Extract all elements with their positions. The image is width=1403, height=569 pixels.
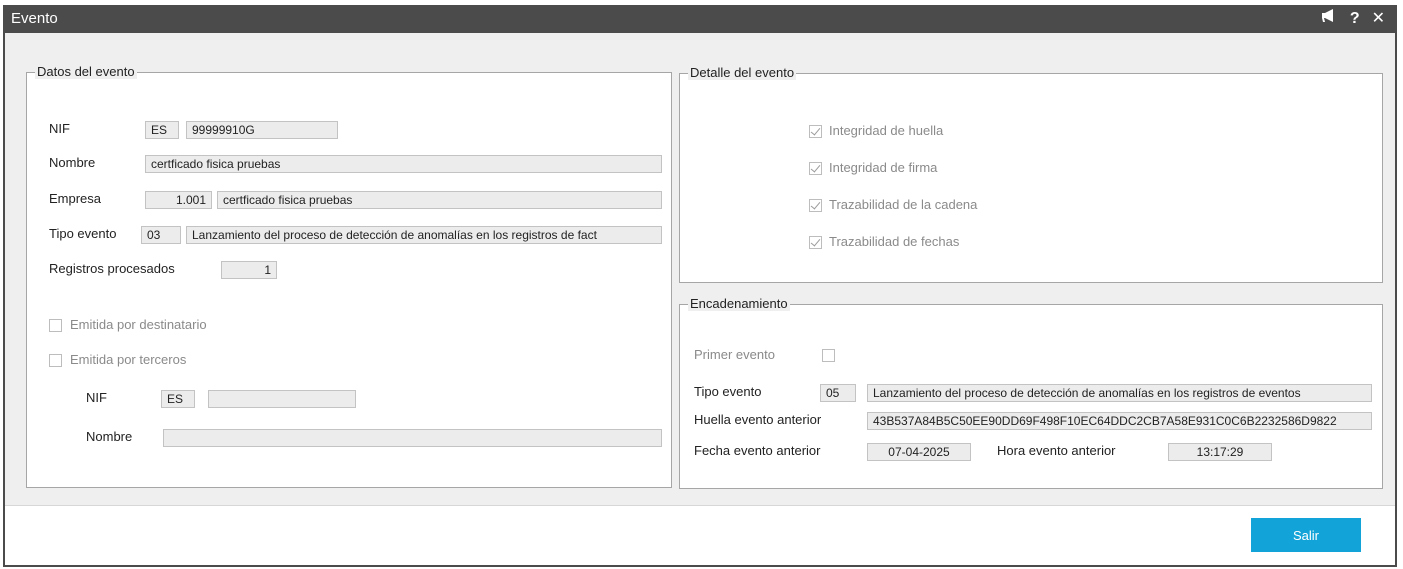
terceros-nombre-field[interactable] <box>163 429 662 447</box>
terceros-nif-label: NIF <box>86 390 107 405</box>
trazabilidad-cadena-checkbox[interactable] <box>809 199 822 212</box>
integridad-huella-checkbox[interactable] <box>809 125 822 138</box>
detalle-legend: Detalle del evento <box>688 65 797 80</box>
datos-legend: Datos del evento <box>35 64 137 79</box>
nif-country-field[interactable]: ES <box>145 121 179 139</box>
terceros-nif-value-field[interactable] <box>208 390 356 408</box>
integridad-firma-checkbox[interactable] <box>809 162 822 175</box>
encad-tipo-evento-code-field[interactable]: 05 <box>820 384 856 402</box>
megaphone-icon[interactable] <box>1320 8 1338 30</box>
primer-evento-label: Primer evento <box>694 347 775 362</box>
empresa-name-field[interactable]: certficado fisica pruebas <box>217 191 662 209</box>
help-icon[interactable]: ? <box>1350 9 1360 29</box>
dialog-content: Datos del evento NIF ES 99999910G Nombre… <box>5 33 1395 505</box>
encadenamiento-group: Encadenamiento Primer evento Tipo evento… <box>679 296 1383 489</box>
trazabilidad-cadena-label: Trazabilidad de la cadena <box>829 197 978 212</box>
trazabilidad-fechas-checkbox[interactable] <box>809 236 822 249</box>
nif-value-field[interactable]: 99999910G <box>186 121 338 139</box>
trazabilidad-fechas-label: Trazabilidad de fechas <box>829 234 960 249</box>
encadenamiento-legend: Encadenamiento <box>688 296 790 311</box>
fecha-evento-anterior-field[interactable]: 07-04-2025 <box>867 443 971 461</box>
hora-evento-anterior-label: Hora evento anterior <box>997 443 1116 458</box>
title-bar: Evento ? ✕ <box>5 5 1395 33</box>
encad-tipo-evento-desc-field[interactable]: Lanzamiento del proceso de detección de … <box>867 384 1372 402</box>
datos-del-evento-group: Datos del evento NIF ES 99999910G Nombre… <box>26 64 672 488</box>
empresa-label: Empresa <box>49 191 102 206</box>
detalle-del-evento-group: Detalle del evento Integridad de huella … <box>679 65 1383 283</box>
integridad-firma-label: Integridad de firma <box>829 160 938 175</box>
tipo-evento-code-field[interactable]: 03 <box>141 226 181 244</box>
dialog-footer: Salir <box>5 505 1395 565</box>
emitida-terceros-label: Emitida por terceros <box>70 352 187 367</box>
nif-label: NIF <box>49 121 70 136</box>
close-icon[interactable]: ✕ <box>1372 9 1385 29</box>
tipo-evento-label: Tipo evento <box>49 226 117 241</box>
empresa-code-field[interactable]: 1.001 <box>145 191 212 209</box>
tipo-evento-desc-field[interactable]: Lanzamiento del proceso de detección de … <box>186 226 662 244</box>
terceros-nombre-label: Nombre <box>86 429 133 444</box>
primer-evento-checkbox[interactable] <box>822 349 835 362</box>
integridad-huella-label: Integridad de huella <box>829 123 944 138</box>
evento-dialog: Evento ? ✕ Datos del evento NIF ES 99999… <box>3 5 1397 567</box>
salir-button[interactable]: Salir <box>1251 518 1361 552</box>
terceros-nif-country-field[interactable]: ES <box>161 390 195 408</box>
emitida-destinatario-label: Emitida por destinatario <box>70 317 207 332</box>
emitida-terceros-checkbox[interactable] <box>49 354 62 367</box>
fecha-evento-anterior-label: Fecha evento anterior <box>694 443 821 458</box>
huella-evento-anterior-label: Huella evento anterior <box>694 412 822 427</box>
huella-evento-anterior-field[interactable]: 43B537A84B5C50EE90DD69F498F10EC64DDC2CB7… <box>867 412 1372 430</box>
encad-tipo-evento-label: Tipo evento <box>694 384 762 399</box>
hora-evento-anterior-field[interactable]: 13:17:29 <box>1168 443 1272 461</box>
registros-procesados-label: Registros procesados <box>49 261 175 276</box>
nombre-field[interactable]: certficado fisica pruebas <box>145 155 662 173</box>
title-bar-icons: ? ✕ <box>1320 8 1385 30</box>
nombre-label: Nombre <box>49 155 96 170</box>
window-title: Evento <box>11 10 58 27</box>
emitida-destinatario-checkbox[interactable] <box>49 319 62 332</box>
registros-procesados-field[interactable]: 1 <box>221 261 277 279</box>
